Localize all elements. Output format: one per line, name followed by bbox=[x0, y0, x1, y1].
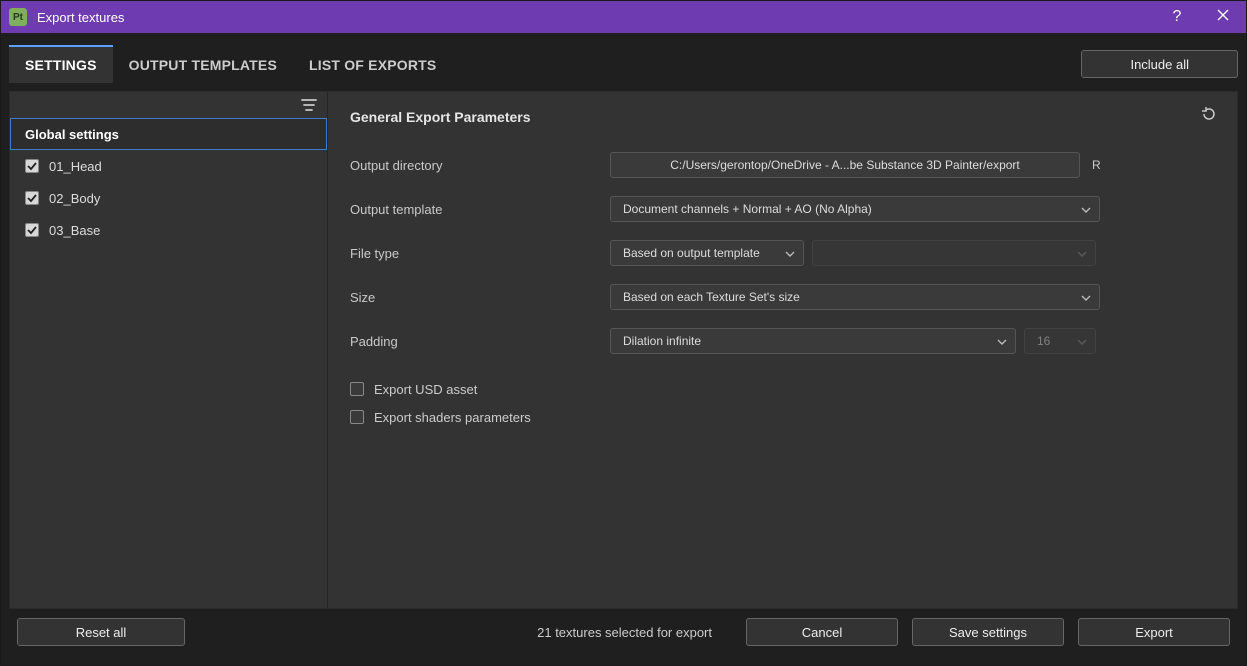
app-icon: Pt bbox=[9, 8, 27, 26]
sidebar-item-label: 03_Base bbox=[49, 223, 100, 238]
row-file-type: File type Based on output template bbox=[350, 237, 1217, 269]
window-title: Export textures bbox=[37, 10, 1154, 25]
row-export-usd[interactable]: Export USD asset bbox=[350, 375, 1217, 403]
tab-output-templates[interactable]: OUTPUT TEMPLATES bbox=[113, 45, 293, 83]
chevron-down-icon bbox=[1077, 246, 1087, 260]
checkbox-export-usd[interactable] bbox=[350, 382, 364, 396]
padding-select[interactable]: Dilation infinite bbox=[610, 328, 1016, 354]
row-padding: Padding Dilation infinite 16 bbox=[350, 325, 1217, 357]
file-type-secondary-select bbox=[812, 240, 1096, 266]
sidebar-item-01-head[interactable]: 01_Head bbox=[10, 150, 327, 182]
parameters-panel: General Export Parameters Output directo… bbox=[328, 92, 1237, 608]
label-export-usd: Export USD asset bbox=[374, 382, 477, 397]
chevron-down-icon bbox=[1077, 334, 1087, 348]
sidebar-item-global-settings[interactable]: Global settings bbox=[10, 118, 327, 150]
titlebar: Pt Export textures ? bbox=[1, 1, 1246, 33]
footer: Reset all 21 textures selected for expor… bbox=[9, 609, 1238, 655]
checkbox-icon[interactable] bbox=[25, 191, 39, 205]
label-export-shaders: Export shaders parameters bbox=[374, 410, 531, 425]
help-icon: ? bbox=[1173, 8, 1182, 26]
chevron-down-icon bbox=[1081, 202, 1091, 216]
sidebar-item-03-base[interactable]: 03_Base bbox=[10, 214, 327, 246]
file-type-select[interactable]: Based on output template bbox=[610, 240, 804, 266]
filter-icon[interactable] bbox=[301, 98, 317, 112]
row-output-directory: Output directory C:/Users/gerontop/OneDr… bbox=[350, 149, 1217, 181]
save-settings-button[interactable]: Save settings bbox=[912, 618, 1064, 646]
output-template-select[interactable]: Document channels + Normal + AO (No Alph… bbox=[610, 196, 1100, 222]
help-button[interactable]: ? bbox=[1154, 1, 1200, 33]
top-row: SETTINGS OUTPUT TEMPLATES LIST OF EXPORT… bbox=[9, 43, 1238, 85]
panel-title-row: General Export Parameters bbox=[350, 106, 1217, 127]
tab-list-of-exports[interactable]: LIST OF EXPORTS bbox=[293, 45, 452, 83]
label-size: Size bbox=[350, 290, 610, 305]
checkbox-icon[interactable] bbox=[25, 223, 39, 237]
status-text: 21 textures selected for export bbox=[199, 625, 732, 640]
sidebar-item-02-body[interactable]: 02_Body bbox=[10, 182, 327, 214]
select-value: Based on each Texture Set's size bbox=[623, 290, 1081, 304]
texture-set-list: Global settings 01_Head 02_Body bbox=[10, 118, 327, 608]
reset-parameters-icon[interactable] bbox=[1201, 106, 1217, 127]
label-file-type: File type bbox=[350, 246, 610, 261]
label-padding: Padding bbox=[350, 334, 610, 349]
reset-all-button[interactable]: Reset all bbox=[17, 618, 185, 646]
label-output-directory: Output directory bbox=[350, 158, 610, 173]
row-size: Size Based on each Texture Set's size bbox=[350, 281, 1217, 313]
padding-amount-select: 16 bbox=[1024, 328, 1096, 354]
sidebar-item-label: 01_Head bbox=[49, 159, 102, 174]
include-all-button[interactable]: Include all bbox=[1081, 50, 1238, 78]
row-output-template: Output template Document channels + Norm… bbox=[350, 193, 1217, 225]
content-wrap: SETTINGS OUTPUT TEMPLATES LIST OF EXPORT… bbox=[1, 33, 1246, 665]
close-button[interactable] bbox=[1200, 1, 1246, 33]
checkbox-export-shaders[interactable] bbox=[350, 410, 364, 424]
output-directory-field[interactable]: C:/Users/gerontop/OneDrive - A...be Subs… bbox=[610, 152, 1080, 178]
sidebar-toolbar bbox=[10, 92, 327, 118]
tabs: SETTINGS OUTPUT TEMPLATES LIST OF EXPORT… bbox=[9, 45, 452, 83]
chevron-down-icon bbox=[785, 246, 795, 260]
output-directory-reset[interactable]: R bbox=[1088, 158, 1101, 172]
panel-title: General Export Parameters bbox=[350, 109, 1201, 125]
cancel-button[interactable]: Cancel bbox=[746, 618, 898, 646]
close-icon bbox=[1217, 8, 1229, 26]
checkbox-icon[interactable] bbox=[25, 159, 39, 173]
sidebar-item-label: Global settings bbox=[25, 127, 119, 142]
label-output-template: Output template bbox=[350, 202, 610, 217]
sidebar: Global settings 01_Head 02_Body bbox=[10, 92, 328, 608]
chevron-down-icon bbox=[997, 334, 1007, 348]
tab-settings[interactable]: SETTINGS bbox=[9, 45, 113, 83]
select-value: Based on output template bbox=[623, 246, 785, 260]
select-value: Dilation infinite bbox=[623, 334, 997, 348]
row-export-shaders[interactable]: Export shaders parameters bbox=[350, 403, 1217, 431]
split-panels: Global settings 01_Head 02_Body bbox=[9, 91, 1238, 609]
sidebar-item-label: 02_Body bbox=[49, 191, 100, 206]
chevron-down-icon bbox=[1081, 290, 1091, 304]
select-value: Document channels + Normal + AO (No Alph… bbox=[623, 202, 1081, 216]
select-value: 16 bbox=[1037, 334, 1077, 348]
export-textures-window: Pt Export textures ? SETTINGS OUTPUT TEM… bbox=[0, 0, 1247, 666]
size-select[interactable]: Based on each Texture Set's size bbox=[610, 284, 1100, 310]
export-button[interactable]: Export bbox=[1078, 618, 1230, 646]
